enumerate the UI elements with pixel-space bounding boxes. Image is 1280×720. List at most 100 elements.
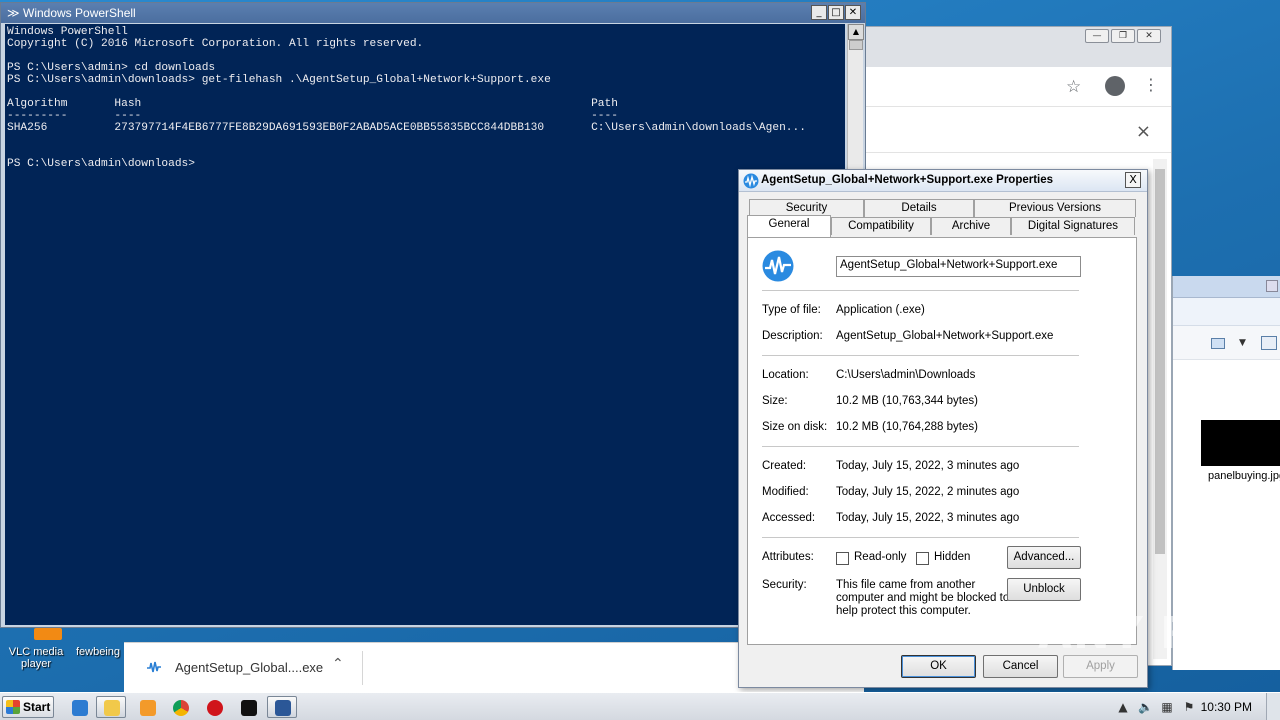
divider xyxy=(762,537,1079,538)
console-line: Windows PowerShell xyxy=(7,26,128,38)
chrome-toolbar: ☆ ⋮ xyxy=(861,67,1171,107)
window-title: Windows PowerShell xyxy=(23,6,136,20)
accessed-label: Accessed: xyxy=(762,512,816,524)
console-line: --------- ---- ---- xyxy=(7,110,618,122)
menu-kebab-icon[interactable]: ⋮ xyxy=(1143,75,1159,95)
chrome-titlebar: — ❐ ✕ xyxy=(861,27,1171,67)
taskbar-opera[interactable] xyxy=(199,696,229,718)
show-desktop-button[interactable] xyxy=(1266,693,1280,720)
powershell-icon: ≫ xyxy=(7,6,20,20)
taskbar-chrome[interactable] xyxy=(165,696,195,718)
chrome-infobar: × xyxy=(861,113,1171,153)
action-center-flag-icon[interactable]: ⚑ xyxy=(1182,700,1196,714)
tab-compatibility[interactable]: Compatibility xyxy=(831,217,931,235)
start-button[interactable]: Start xyxy=(2,696,54,718)
accessed-value: Today, July 15, 2022, 3 minutes ago xyxy=(836,512,1020,524)
opera-icon xyxy=(207,700,223,716)
explorer-titlebar xyxy=(1173,276,1280,298)
minimize-icon[interactable]: — xyxy=(1085,29,1109,43)
taskbar-ie[interactable] xyxy=(64,696,94,718)
hidden-label[interactable]: Hidden xyxy=(934,551,970,563)
taskbar-media-player[interactable] xyxy=(132,696,162,718)
waveform-app-icon xyxy=(762,250,794,282)
desktop-icon-fewbeing[interactable]: fewbeing xyxy=(72,628,124,692)
cmd-icon xyxy=(241,700,257,716)
network-icon[interactable]: ▦ xyxy=(1160,700,1174,714)
dialog-titlebar: AgentSetup_Global+Network+Support.exe Pr… xyxy=(739,170,1147,192)
desktop-icon-vlc[interactable]: VLC media player xyxy=(6,628,66,692)
waveform-app-icon xyxy=(743,173,759,189)
general-panel: AgentSetup_Global+Network+Support.exe Ty… xyxy=(747,237,1137,645)
tab-general[interactable]: General xyxy=(747,215,831,237)
divider xyxy=(362,651,363,685)
scroll-up-icon[interactable]: ▲ xyxy=(848,24,864,40)
vlc-icon xyxy=(34,628,62,640)
explorer-command-bar: ▼ xyxy=(1173,326,1280,360)
preview-pane-icon[interactable] xyxy=(1261,336,1277,350)
chrome-scrollbar[interactable] xyxy=(1153,159,1167,659)
taskbar-powershell[interactable] xyxy=(267,696,297,718)
volume-icon[interactable]: 🔈 xyxy=(1138,700,1153,714)
created-label: Created: xyxy=(762,460,807,472)
infobar-close-icon[interactable]: × xyxy=(1136,121,1151,142)
anyrun-watermark: ANY RUN xyxy=(1038,608,1270,659)
maximize-icon[interactable]: □ xyxy=(828,5,844,20)
console-line: PS C:\Users\admin\downloads> xyxy=(7,158,195,170)
minimize-icon[interactable]: _ xyxy=(811,5,827,20)
size-on-disk-value: 10.2 MB (10,764,288 bytes) xyxy=(836,421,978,433)
download-file-name[interactable]: AgentSetup_Global....exe xyxy=(175,660,323,675)
clock[interactable]: 10:30 PM xyxy=(1201,700,1252,714)
powershell-titlebar: ≫ Windows PowerShell _ □ ✕ xyxy=(1,3,865,23)
tab-previous-versions[interactable]: Previous Versions xyxy=(974,199,1136,217)
tab-archive[interactable]: Archive xyxy=(931,217,1011,235)
folder-icon xyxy=(104,700,120,716)
powershell-window: ≫ Windows PowerShell _ □ ✕ Windows Power… xyxy=(0,2,866,628)
hidden-checkbox[interactable] xyxy=(916,552,929,565)
file-name-label[interactable]: panelbuying.jpg xyxy=(1208,470,1280,482)
readonly-label[interactable]: Read-only xyxy=(854,551,906,563)
taskbar-cmd[interactable] xyxy=(233,696,263,718)
close-icon[interactable]: X xyxy=(1125,172,1141,188)
type-value: Application (.exe) xyxy=(836,304,925,316)
type-label: Type of file: xyxy=(762,304,821,316)
file-thumbnail[interactable] xyxy=(1201,420,1280,466)
divider xyxy=(762,446,1079,447)
size-value: 10.2 MB (10,763,344 bytes) xyxy=(836,395,978,407)
console-line: Algorithm Hash Path xyxy=(7,98,618,110)
internet-explorer-icon xyxy=(72,700,88,716)
readonly-checkbox[interactable] xyxy=(836,552,849,565)
size-on-disk-label: Size on disk: xyxy=(762,421,828,433)
scroll-arrow-icon[interactable] xyxy=(1266,280,1278,292)
scroll-thumb[interactable] xyxy=(849,40,863,50)
expand-tray-icon[interactable]: ▲ xyxy=(1116,700,1130,714)
explorer-nav xyxy=(1173,298,1280,326)
console-line: SHA256 273797714F4EB6777FE8B29DA691593EB… xyxy=(7,122,806,134)
account-icon[interactable] xyxy=(1105,76,1125,96)
view-icon[interactable] xyxy=(1211,338,1225,349)
console-output[interactable]: Windows PowerShell Copyright (C) 2016 Mic… xyxy=(5,24,845,625)
dialog-title: AgentSetup_Global+Network+Support.exe Pr… xyxy=(761,174,1054,186)
icon-label: player xyxy=(21,658,51,670)
close-icon[interactable]: ✕ xyxy=(845,5,861,20)
console-line: PS C:\Users\admin\downloads> get-filehas… xyxy=(7,74,551,86)
tab-details[interactable]: Details xyxy=(864,199,974,217)
unblock-button[interactable]: Unblock xyxy=(1007,578,1081,601)
restore-icon[interactable]: ❐ xyxy=(1111,29,1135,43)
icon-label: fewbeing xyxy=(75,646,121,658)
close-icon[interactable]: ✕ xyxy=(1137,29,1161,43)
chevron-up-icon[interactable]: ⌃ xyxy=(332,656,344,672)
tab-digital-signatures[interactable]: Digital Signatures xyxy=(1011,217,1135,235)
ok-button[interactable]: OK xyxy=(901,655,976,678)
taskbar-explorer[interactable] xyxy=(96,696,126,718)
bookmark-star-icon[interactable]: ☆ xyxy=(1066,77,1081,97)
size-label: Size: xyxy=(762,395,788,407)
modified-value: Today, July 15, 2022, 2 minutes ago xyxy=(836,486,1020,498)
advanced-button[interactable]: Advanced... xyxy=(1007,546,1081,569)
chrome-icon xyxy=(173,700,189,716)
view-dropdown-icon[interactable]: ▼ xyxy=(1239,338,1246,348)
divider xyxy=(762,290,1079,291)
file-name-field[interactable]: AgentSetup_Global+Network+Support.exe xyxy=(836,256,1081,277)
